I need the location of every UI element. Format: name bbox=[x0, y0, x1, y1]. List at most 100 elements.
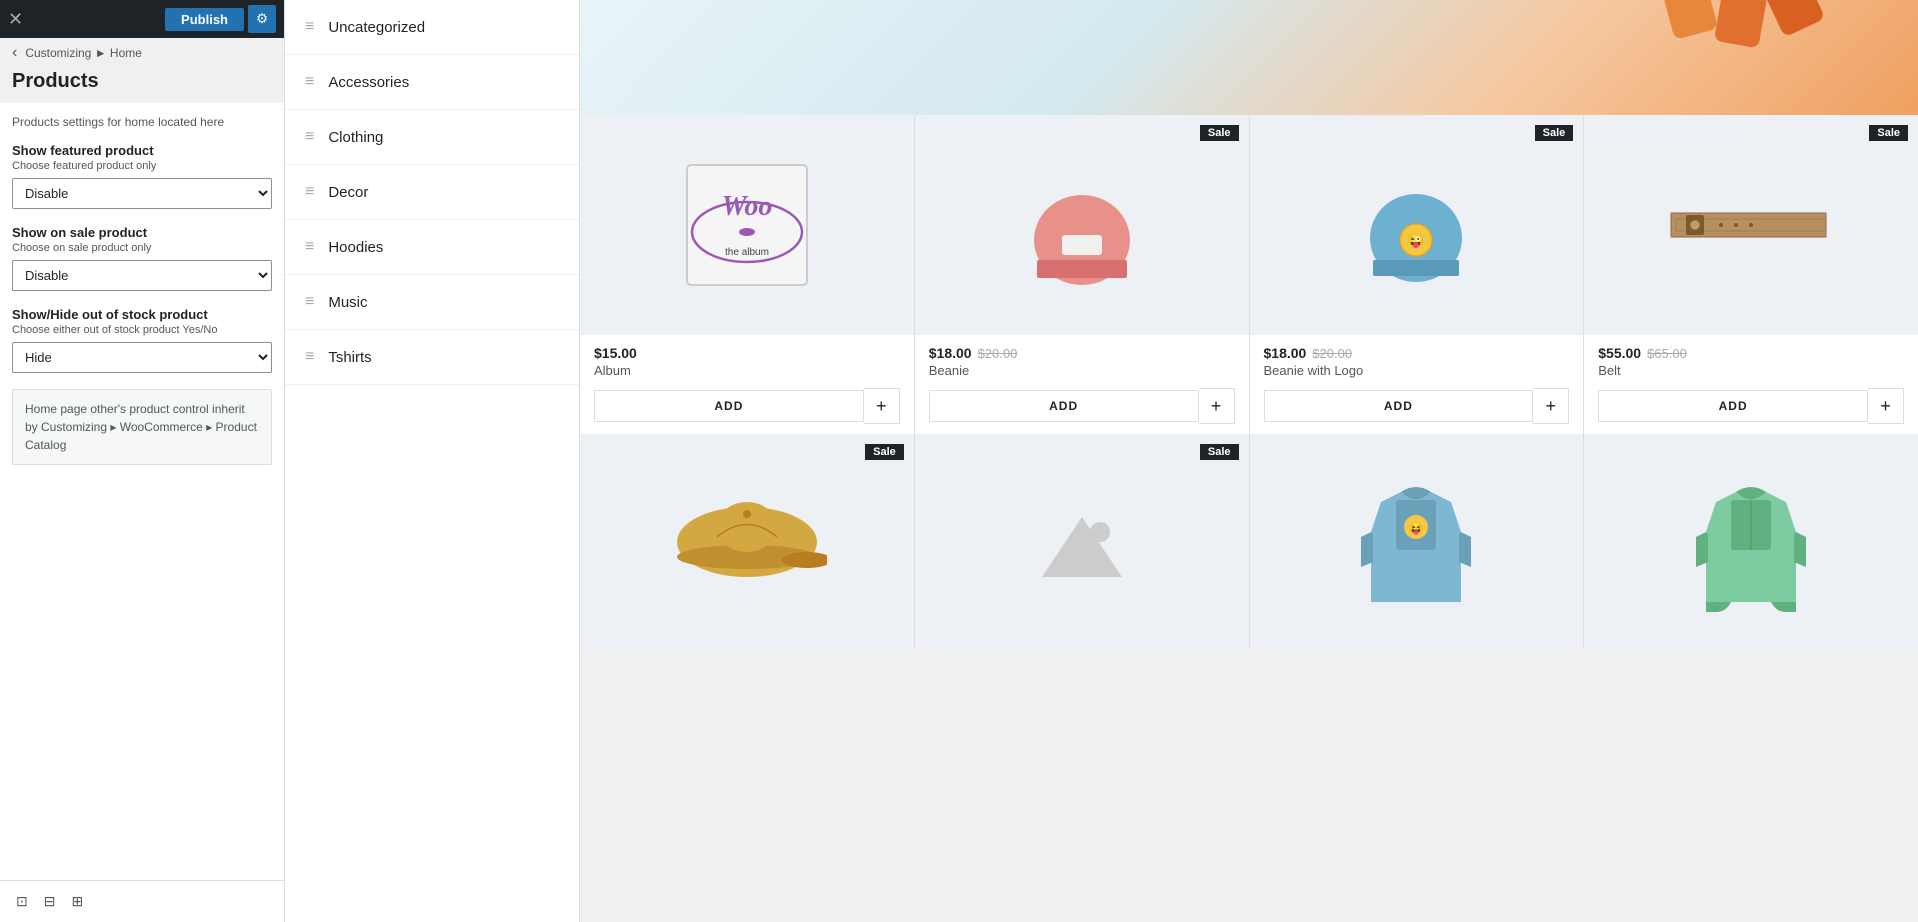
cap-illustration bbox=[667, 492, 827, 592]
price-row-beanie-logo: $18.00 $20.00 bbox=[1264, 345, 1570, 361]
breadcrumb-separator: ► bbox=[95, 46, 110, 60]
add-btn-row-beanie: ADD + bbox=[929, 388, 1235, 424]
category-list-panel: ≡ Uncategorized ≡ Accessories ≡ Clothing… bbox=[285, 0, 580, 922]
hero-banner bbox=[580, 0, 1918, 115]
hide-controls-button[interactable]: ⊡ bbox=[12, 889, 32, 914]
category-item-uncategorized[interactable]: ≡ Uncategorized bbox=[285, 0, 579, 55]
product-name-belt: Belt bbox=[1598, 363, 1904, 378]
add-plus-belt[interactable]: + bbox=[1868, 388, 1904, 424]
product-image-beanie-logo: 😜 bbox=[1250, 115, 1584, 335]
add-to-cart-beanie[interactable]: ADD bbox=[929, 390, 1199, 422]
panel-content: Products settings for home located here … bbox=[0, 103, 284, 880]
preview-mobile-button[interactable]: ⊟ bbox=[40, 889, 60, 914]
stock-product-label: Show/Hide out of stock product bbox=[12, 307, 272, 322]
add-btn-row-album: ADD + bbox=[594, 388, 900, 424]
left-panel: ✕ Publish ⚙ ‹ Customizing ► Home Product… bbox=[0, 0, 285, 922]
product-image-album: Woo the album bbox=[580, 115, 914, 335]
drag-handle-icon: ≡ bbox=[305, 18, 314, 36]
product-card-beanie: Sale $18.00 $20.00 Beanie ADD + bbox=[915, 115, 1249, 434]
sale-product-group: Show on sale product Choose on sale prod… bbox=[12, 225, 272, 291]
product-image-beanie bbox=[915, 115, 1249, 335]
hoodie-blue-illustration: 😝 bbox=[1361, 472, 1471, 612]
add-plus-album[interactable]: + bbox=[864, 388, 900, 424]
album-illustration: Woo the album bbox=[682, 160, 812, 290]
category-item-music[interactable]: ≡ Music bbox=[285, 275, 579, 330]
product-image-hoodie-blue: 😝 bbox=[1250, 434, 1584, 649]
product-card-belt: Sale $55.00 $65.00 Belt bbox=[1584, 115, 1918, 434]
category-name-clothing: Clothing bbox=[328, 129, 383, 146]
info-box: Home page other's product control inheri… bbox=[12, 389, 272, 465]
add-to-cart-beanie-logo[interactable]: ADD bbox=[1264, 390, 1534, 422]
featured-product-sublabel: Choose featured product only bbox=[12, 160, 272, 172]
preview-tablet-button[interactable]: ⊞ bbox=[67, 889, 87, 914]
featured-product-group: Show featured product Choose featured pr… bbox=[12, 143, 272, 209]
candy-shape-3 bbox=[1761, 0, 1825, 37]
sale-badge-beanie: Sale bbox=[1200, 125, 1239, 141]
category-item-accessories[interactable]: ≡ Accessories bbox=[285, 55, 579, 110]
stock-product-sublabel: Choose either out of stock product Yes/N… bbox=[12, 324, 272, 336]
sale-product-select[interactable]: Disable Enable bbox=[12, 260, 272, 291]
placeholder-illustration bbox=[1042, 507, 1122, 577]
category-name-uncategorized: Uncategorized bbox=[328, 19, 425, 36]
product-info-beanie: $18.00 $20.00 Beanie ADD + bbox=[915, 335, 1249, 434]
add-plus-beanie-logo[interactable]: + bbox=[1533, 388, 1569, 424]
featured-product-label: Show featured product bbox=[12, 143, 272, 158]
price-row-beanie: $18.00 $20.00 bbox=[929, 345, 1235, 361]
beanie-illustration bbox=[1027, 160, 1137, 290]
hero-decoration bbox=[1667, 0, 1818, 35]
category-name-accessories: Accessories bbox=[328, 74, 409, 91]
category-item-hoodies[interactable]: ≡ Hoodies bbox=[285, 220, 579, 275]
candy-shape-1 bbox=[1661, 0, 1719, 40]
back-arrow-icon[interactable]: ‹ bbox=[12, 44, 17, 62]
category-item-clothing[interactable]: ≡ Clothing bbox=[285, 110, 579, 165]
close-button[interactable]: ✕ bbox=[8, 10, 23, 28]
category-name-tshirts: Tshirts bbox=[328, 349, 371, 366]
product-name-album: Album bbox=[594, 363, 900, 378]
product-info-beanie-logo: $18.00 $20.00 Beanie with Logo ADD + bbox=[1250, 335, 1584, 434]
candy-shape-2 bbox=[1714, 0, 1768, 48]
product-info-album: $15.00 Album ADD + bbox=[580, 335, 914, 434]
drag-handle-icon: ≡ bbox=[305, 128, 314, 146]
price-current-album: $15.00 bbox=[594, 345, 637, 361]
category-name-music: Music bbox=[328, 294, 367, 311]
price-row-belt: $55.00 $65.00 bbox=[1598, 345, 1904, 361]
category-name-hoodies: Hoodies bbox=[328, 239, 383, 256]
add-to-cart-belt[interactable]: ADD bbox=[1598, 390, 1868, 422]
products-grid: Woo the album $15.00 Album ADD + Sale bbox=[580, 115, 1918, 434]
product-card-hoodie-green bbox=[1584, 434, 1918, 649]
settings-button[interactable]: ⚙ bbox=[248, 5, 276, 33]
add-plus-beanie[interactable]: + bbox=[1199, 388, 1235, 424]
price-original-beanie-logo: $20.00 bbox=[1312, 346, 1352, 361]
drag-handle-icon: ≡ bbox=[305, 293, 314, 311]
price-original-beanie: $20.00 bbox=[978, 346, 1018, 361]
drag-handle-icon: ≡ bbox=[305, 183, 314, 201]
price-current-beanie-logo: $18.00 bbox=[1264, 345, 1307, 361]
publish-button[interactable]: Publish bbox=[165, 8, 244, 31]
product-image-hoodie-green bbox=[1584, 434, 1918, 649]
price-current-beanie: $18.00 bbox=[929, 345, 972, 361]
product-info-belt: $55.00 $65.00 Belt ADD + bbox=[1584, 335, 1918, 434]
sale-badge-placeholder: Sale bbox=[1200, 444, 1239, 460]
svg-text:Woo: Woo bbox=[721, 191, 772, 222]
category-item-tshirts[interactable]: ≡ Tshirts bbox=[285, 330, 579, 385]
category-item-decor[interactable]: ≡ Decor bbox=[285, 165, 579, 220]
breadcrumb: Customizing ► Home bbox=[25, 46, 142, 60]
product-image-belt bbox=[1584, 115, 1918, 335]
stock-product-select[interactable]: Hide Show bbox=[12, 342, 272, 373]
svg-text:😜: 😜 bbox=[1408, 232, 1425, 249]
section-description: Products settings for home located here bbox=[12, 115, 272, 129]
product-card-hoodie-blue: 😝 bbox=[1250, 434, 1584, 649]
price-row-album: $15.00 bbox=[594, 345, 900, 361]
price-original-belt: $65.00 bbox=[1647, 346, 1687, 361]
add-to-cart-album[interactable]: ADD bbox=[594, 390, 864, 422]
hoodie-green-illustration bbox=[1696, 472, 1806, 612]
breadcrumb-bar: ‹ Customizing ► Home bbox=[0, 38, 284, 68]
svg-text:the album: the album bbox=[725, 247, 769, 258]
sale-product-sublabel: Choose on sale product only bbox=[12, 242, 272, 254]
featured-product-select[interactable]: Disable Enable bbox=[12, 178, 272, 209]
sale-product-label: Show on sale product bbox=[12, 225, 272, 240]
gear-icon: ⚙ bbox=[256, 11, 268, 27]
product-name-beanie: Beanie bbox=[929, 363, 1235, 378]
page-title: Products bbox=[12, 70, 272, 93]
sale-badge-cap: Sale bbox=[865, 444, 904, 460]
